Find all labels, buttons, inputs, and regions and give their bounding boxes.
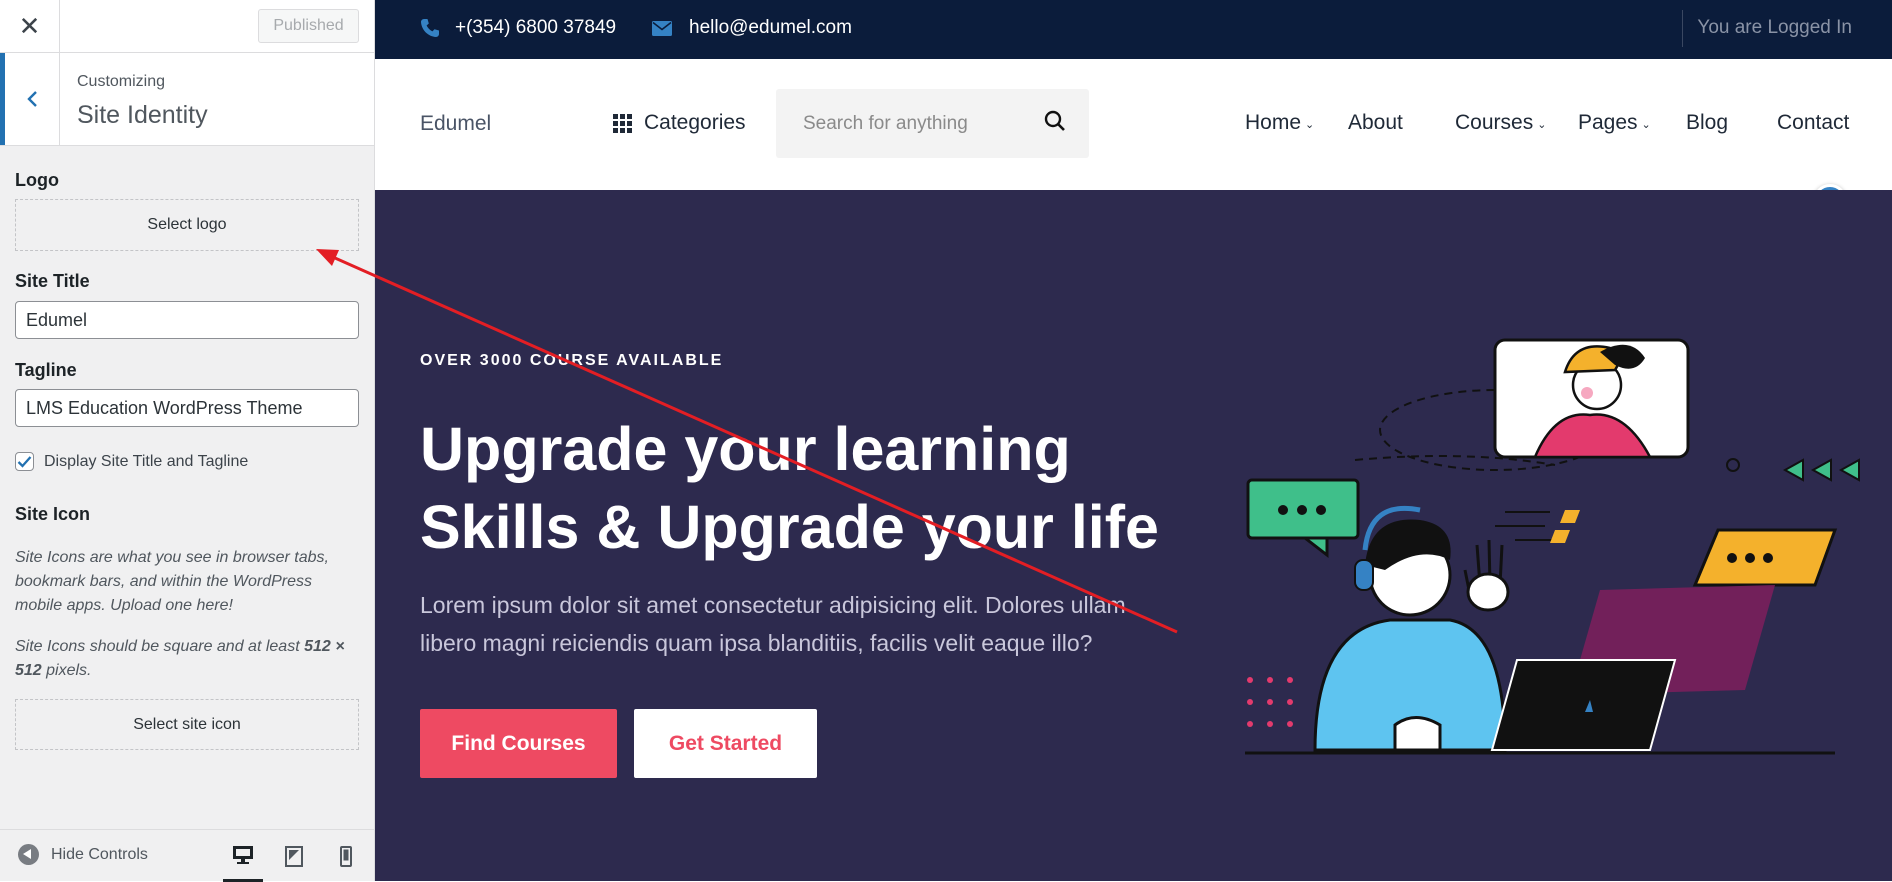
customizer-sidebar: ✕ Published Customizing Site Identity Lo… xyxy=(0,0,375,882)
close-customizer-button[interactable]: ✕ xyxy=(0,0,60,53)
chevron-left-icon xyxy=(27,91,37,107)
hero-eyebrow: OVER 3000 COURSE AVAILABLE xyxy=(420,352,724,369)
hero-description: Lorem ipsum dolor sit amet consectetur a… xyxy=(420,592,1126,656)
desktop-icon xyxy=(233,845,253,864)
topbar-email[interactable]: hello@edumel.com xyxy=(652,0,852,56)
hero-illustration xyxy=(1245,338,1860,755)
nav-pages[interactable]: Pages ⌄ xyxy=(1578,111,1651,135)
display-title-tagline-row: Display Site Title and Tagline xyxy=(15,452,248,471)
tablet-icon xyxy=(285,845,303,867)
topbar-divider xyxy=(1682,10,1683,47)
grid-icon xyxy=(613,113,632,133)
nav-home-label: Home xyxy=(1245,111,1302,134)
section-title: Site Identity xyxy=(77,101,208,129)
categories-button[interactable]: Categories xyxy=(613,111,746,135)
section-header: Customizing Site Identity xyxy=(0,53,374,146)
email-text: hello@edumel.com xyxy=(689,17,852,38)
hide-controls-label: Hide Controls xyxy=(51,845,148,863)
customizer-footer: Hide Controls xyxy=(0,829,374,882)
site-icon-description: Site Icons are what you see in browser t… xyxy=(15,549,329,614)
nav-blog[interactable]: Blog xyxy=(1686,111,1728,135)
display-title-tagline-checkbox[interactable] xyxy=(15,452,34,471)
site-icon-label: Site Icon xyxy=(15,504,91,524)
breadcrumb: Customizing xyxy=(77,73,166,90)
select-logo-button[interactable]: Select logo xyxy=(15,199,359,251)
logo-label: Logo xyxy=(15,170,59,190)
site-preview: +(354) 6800 37849 hello@edumel.com You a… xyxy=(375,0,1892,881)
mobile-icon xyxy=(340,845,352,867)
site-search[interactable]: Search for anything xyxy=(776,89,1089,158)
tagline-label: Tagline xyxy=(15,360,77,380)
chevron-down-icon: ⌄ xyxy=(1641,118,1651,131)
checkmark-icon xyxy=(17,456,32,468)
preview-tablet-button[interactable] xyxy=(274,830,314,882)
site-icon-size-note: Site Icons should be square and at least… xyxy=(15,638,345,679)
nav-home[interactable]: Home ⌄ xyxy=(1245,111,1314,135)
back-button[interactable] xyxy=(0,53,60,145)
nav-contact[interactable]: Contact xyxy=(1777,111,1849,135)
site-title-label: Site Title xyxy=(15,271,90,291)
envelope-icon xyxy=(652,20,672,36)
hero-title-line-2: Skills & Upgrade your life xyxy=(420,493,1159,561)
tagline-input[interactable]: LMS Education WordPress Theme xyxy=(15,389,359,427)
display-title-tagline-label: Display Site Title and Tagline xyxy=(44,452,249,470)
categories-label: Categories xyxy=(644,111,746,134)
site-topbar: +(354) 6800 37849 hello@edumel.com You a… xyxy=(375,0,1892,59)
nav-courses[interactable]: Courses ⌄ xyxy=(1455,111,1546,135)
collapse-icon xyxy=(18,844,39,865)
nav-about[interactable]: About xyxy=(1348,111,1403,135)
search-icon[interactable] xyxy=(1043,109,1067,133)
nav-contact-label: Contact xyxy=(1777,111,1850,134)
chevron-down-icon: ⌄ xyxy=(1537,118,1547,131)
chevron-down-icon: ⌄ xyxy=(1305,118,1315,131)
preview-desktop-button[interactable] xyxy=(223,830,263,882)
find-courses-button[interactable]: Find Courses xyxy=(420,709,617,778)
customizer-header: ✕ Published xyxy=(0,0,374,53)
nav-courses-label: Courses xyxy=(1455,111,1534,134)
site-brand[interactable]: Edumel xyxy=(420,112,491,136)
hero-title: Upgrade your learning Skills & Upgrade y… xyxy=(420,410,1200,566)
nav-blog-label: Blog xyxy=(1686,111,1729,134)
phone-icon xyxy=(421,19,439,37)
hide-controls-button[interactable]: Hide Controls xyxy=(18,844,148,865)
search-input[interactable]: Search for anything xyxy=(803,113,968,135)
select-site-icon-button[interactable]: Select site icon xyxy=(15,699,359,750)
phone-text: +(354) 6800 37849 xyxy=(455,17,617,38)
site-title-input[interactable]: Edumel xyxy=(15,301,359,339)
topbar-phone[interactable]: +(354) 6800 37849 xyxy=(420,0,616,56)
hero-title-line-1: Upgrade your learning xyxy=(420,415,1071,483)
nav-about-label: About xyxy=(1348,111,1403,134)
logged-in-link[interactable]: You are Logged In xyxy=(1697,0,1852,56)
publish-button[interactable]: Published xyxy=(258,9,359,43)
preview-mobile-button[interactable] xyxy=(326,830,366,882)
get-started-button[interactable]: Get Started xyxy=(634,709,817,778)
nav-pages-label: Pages xyxy=(1578,111,1638,134)
site-header: Edumel Categories Search for anything Ho… xyxy=(375,59,1892,218)
hero-section: OVER 3000 COURSE AVAILABLE Upgrade your … xyxy=(375,190,1892,881)
